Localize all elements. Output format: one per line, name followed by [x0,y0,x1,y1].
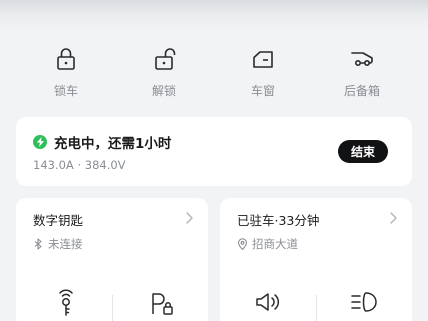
quick-controls: 锁车 解锁 车窗 后备箱 [0,46,428,106]
digital-key-title: 数字钥匙 [33,213,84,228]
digital-key-status-text: 未连接 [48,237,83,251]
horn-button[interactable] [254,288,282,316]
lock-car-label: 锁车 [53,84,78,98]
charging-title-row: 充电中，还需1小时 [33,132,171,152]
parking-title: 已驻车·33分钟 [237,213,320,228]
charging-status-text: 充电中，还需1小时 [54,136,172,152]
charging-bolt-icon [33,135,47,149]
end-charging-button[interactable]: 结束 [338,140,388,163]
key-card-divider [112,295,113,321]
unlock-car-button[interactable]: 解锁 [129,46,199,106]
unlock-car-label: 解锁 [151,84,176,98]
headlight-button[interactable] [350,288,378,316]
window-button[interactable]: 车窗 [228,46,298,106]
lock-car-button[interactable]: 锁车 [31,46,101,106]
window-label: 车窗 [250,84,275,98]
bluetooth-icon [34,238,42,250]
window-icon [253,51,273,68]
location-pin-icon [237,238,248,250]
parking-location-row: 招商大道 [237,236,298,252]
parking-lock-icon [152,293,173,315]
lock-icon [57,48,75,70]
chevron-right-icon [390,212,397,224]
parking-card-divider [316,295,317,321]
key-icon [59,289,73,316]
key-action-button[interactable] [52,288,80,316]
parking-location-text: 招商大道 [252,237,298,251]
trunk-icon [351,52,373,67]
chevron-right-icon [186,212,193,224]
horn-icon [256,293,280,311]
top-background [0,0,428,30]
parking-card[interactable]: 已驻车·33分钟 招商大道 [220,198,412,321]
charging-card[interactable]: 充电中，还需1小时 143.0A · 384.0V 结束 [16,117,412,186]
unlock-icon [155,48,176,70]
digital-key-status-row: 未连接 [33,236,83,252]
parking-lock-button[interactable] [148,288,176,316]
headlight-icon [351,292,377,312]
trunk-button[interactable]: 后备箱 [327,46,397,106]
charging-detail-text: 143.0A · 384.0V [33,158,126,172]
digital-key-card[interactable]: 数字钥匙 未连接 [16,198,208,321]
trunk-label: 后备箱 [343,84,380,98]
